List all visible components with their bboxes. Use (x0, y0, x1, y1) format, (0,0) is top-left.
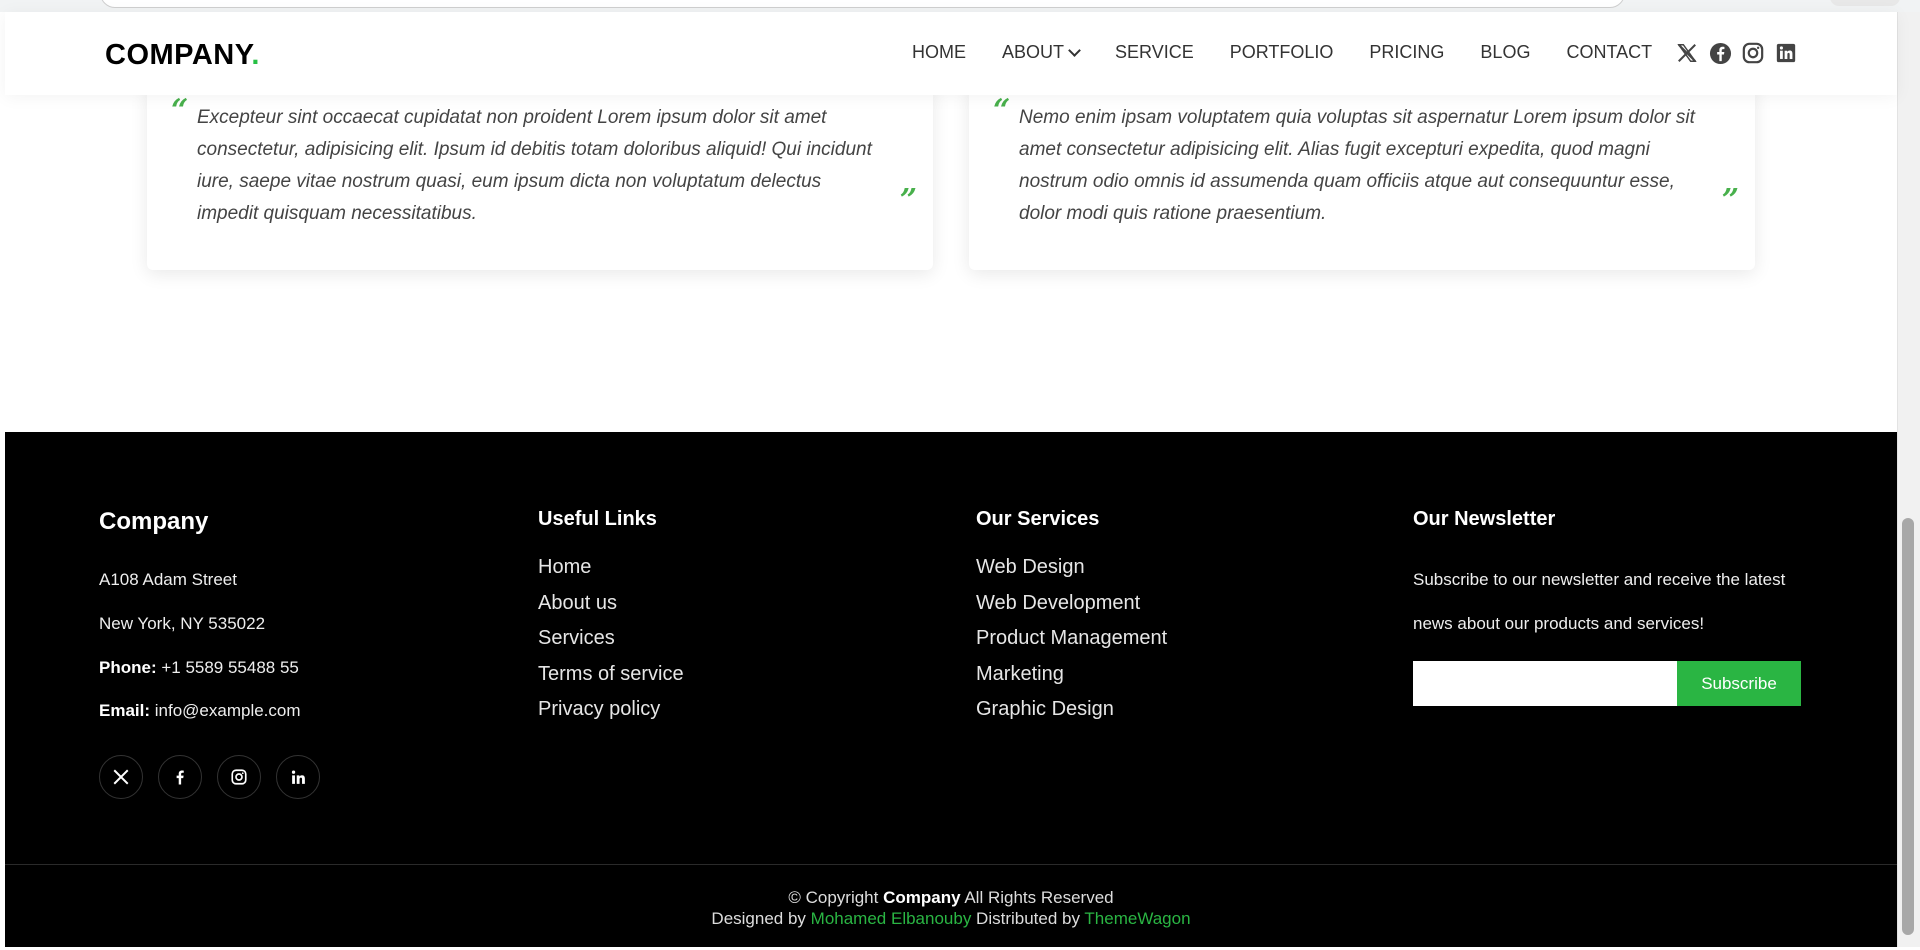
nav-about-label: ABOUT (1002, 42, 1065, 62)
useful-links-title: Useful Links (538, 508, 657, 530)
footer-phone: Phone: +1 5589 55488 55 (99, 658, 299, 678)
copyright-brand: Company (883, 888, 961, 907)
newsletter-text: Subscribe to our newsletter and receive … (1413, 570, 1786, 633)
nav-home[interactable]: HOME (912, 42, 966, 63)
linkedin-icon[interactable] (276, 755, 320, 799)
nav-blog[interactable]: BLOG (1480, 42, 1530, 63)
nav-service[interactable]: SERVICE (1115, 42, 1194, 63)
address-bar[interactable] (100, 0, 1625, 8)
quote-close-icon: ” (1721, 183, 1739, 218)
designed-by-label: Designed by (711, 909, 811, 928)
site-footer: Company A108 Adam Street New York, NY 53… (5, 432, 1897, 947)
footer-link[interactable]: Privacy policy (538, 698, 660, 721)
designer-link[interactable]: Mohamed Elbanouby (811, 909, 972, 928)
email-value: info@example.com (150, 701, 301, 720)
footer-street: A108 Adam Street (99, 570, 237, 589)
newsletter-title: Our Newsletter (1413, 508, 1556, 530)
phone-label: Phone: (99, 658, 157, 677)
instagram-icon[interactable] (217, 755, 261, 799)
email-label: Email: (99, 701, 151, 720)
nav-portfolio[interactable]: PORTFOLIO (1230, 42, 1334, 63)
header-social (1676, 42, 1808, 66)
subscribe-button[interactable]: Subscribe (1677, 661, 1801, 706)
chevron-down-icon (1068, 43, 1081, 57)
nav-about[interactable]: ABOUT (1002, 42, 1081, 63)
distributor-link[interactable]: ThemeWagon (1084, 909, 1190, 928)
footer-service-link[interactable]: Product Management (976, 627, 1167, 650)
quote-open-icon: “ (171, 93, 189, 128)
footer-link[interactable]: Terms of service (538, 663, 684, 686)
copyright-prefix: © Copyright (788, 888, 884, 907)
footer-email: Email: info@example.com (99, 701, 301, 721)
footer-service-link[interactable]: Graphic Design (976, 698, 1114, 721)
footer-divider (5, 864, 1897, 865)
services-title: Our Services (976, 508, 1100, 530)
instagram-icon[interactable] (1742, 42, 1766, 66)
nav-contact[interactable]: CONTACT (1566, 42, 1652, 63)
nav-pricing[interactable]: PRICING (1369, 42, 1444, 63)
copyright-suffix: All Rights Reserved (960, 888, 1114, 907)
logo-dot: . (251, 39, 260, 71)
newsletter-email-input[interactable] (1413, 661, 1677, 706)
footer-link[interactable]: Home (538, 556, 591, 579)
browser-chrome (0, 0, 1920, 12)
logo-text: COMPANY (105, 39, 252, 71)
quote-close-icon: ” (899, 183, 917, 218)
page-scrollbar[interactable] (1897, 12, 1920, 947)
testimonial-card: “ Nemo enim ipsam voluptatem quia volupt… (969, 82, 1755, 270)
testimonial-text: Nemo enim ipsam voluptatem quia voluptas… (1019, 107, 1695, 224)
site-header: COMPANY. HOME ABOUT SERVICE PORTFOLIO PR… (5, 12, 1897, 95)
credits: Designed by Mohamed Elbanouby Distribute… (5, 909, 1897, 929)
footer-service-link[interactable]: Web Development (976, 592, 1140, 615)
distributed-by-label: Distributed by (971, 909, 1085, 928)
facebook-icon[interactable] (1709, 42, 1733, 66)
testimonial-text: Excepteur sint occaecat cupidatat non pr… (197, 107, 872, 224)
footer-company-title: Company (99, 508, 209, 535)
x-icon[interactable] (1676, 42, 1700, 66)
testimonial-card: “ Excepteur sint occaecat cupidatat non … (147, 82, 933, 270)
scrollbar-thumb[interactable] (1902, 518, 1914, 935)
main-nav: HOME ABOUT SERVICE PORTFOLIO PRICING BLO… (912, 42, 1688, 63)
x-icon[interactable] (99, 755, 143, 799)
footer-social (99, 755, 335, 799)
facebook-icon[interactable] (158, 755, 202, 799)
footer-service-link[interactable]: Marketing (976, 663, 1064, 686)
quote-open-icon: “ (993, 93, 1011, 128)
browser-control[interactable] (1830, 0, 1900, 6)
footer-service-link[interactable]: Web Design (976, 556, 1085, 579)
page-viewport: COMPANY. HOME ABOUT SERVICE PORTFOLIO PR… (5, 12, 1897, 947)
phone-value: +1 5589 55488 55 (156, 658, 299, 677)
footer-link[interactable]: About us (538, 592, 617, 615)
copyright: © Copyright Company All Rights Reserved (5, 888, 1897, 908)
linkedin-icon[interactable] (1775, 42, 1799, 66)
footer-city: New York, NY 535022 (99, 614, 266, 633)
site-logo[interactable]: COMPANY. (105, 39, 260, 72)
footer-link[interactable]: Services (538, 627, 615, 650)
